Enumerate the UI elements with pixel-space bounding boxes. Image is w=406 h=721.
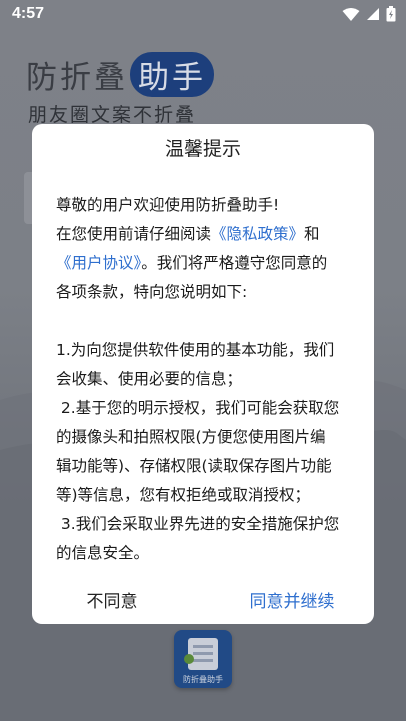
point3-line2: 的信息安全。 [56,544,150,562]
battery-icon [386,6,396,22]
app-icon-label: 防折叠助手 [183,675,223,684]
privacy-dialog: 温馨提示 尊敬的用户欢迎使用防折叠助手! 在您使用前请仔细阅读《隐私政策》和 《… [32,124,374,624]
app-title-prefix: 防折叠 [26,59,128,96]
document-icon [188,638,218,670]
greeting-text: 尊敬的用户欢迎使用防折叠助手! [56,196,280,214]
intro-line: 在您使用前请仔细阅读《隐私政策》和 [56,220,356,249]
agreement-line: 《用户协议》。我们将严格遵守您同意的 [56,249,356,278]
terms-text: 各项条款，特向您说明如下: [56,283,248,301]
commitment-text: 。我们将严格遵守您同意的 [141,254,328,272]
disagree-button[interactable]: 不同意 [72,584,152,620]
app-title-highlight: 助手 [130,51,214,97]
status-icons [342,6,396,22]
point2-line1: 2.基于您的明示授权，我们可能会获取您 [56,399,340,417]
app-icon: 防折叠助手 [174,630,232,688]
app-title: 防折叠 助手 [26,51,214,97]
point1-line2: 会收集、使用必要的信息； [56,370,243,388]
point2-line4: 等)等信息，您有权拒绝或取消授权； [56,486,311,504]
signal-icon [367,8,379,20]
agree-continue-button[interactable]: 同意并继续 [238,584,346,620]
wifi-icon [342,7,360,21]
intro-text: 在您使用前请仔细阅读 [56,225,212,243]
dialog-body: 尊敬的用户欢迎使用防折叠助手! 在您使用前请仔细阅读《隐私政策》和 《用户协议》… [56,191,356,568]
status-time: 4:57 [12,5,45,22]
point1-line1: 1.为向您提供软件使用的基本功能，我们 [56,341,335,359]
privacy-policy-link[interactable]: 《隐私政策》 [211,225,304,243]
point2-line3: 辑功能等)、存储权限(读取保存图片功能 [56,457,332,475]
point3-line1: 3.我们会采取业界先进的安全措施保护您 [56,515,340,533]
point2-line2: 的摄像头和拍照权限(方便您使用图片编 [56,428,326,446]
user-agreement-link[interactable]: 《用户协议》 [56,254,141,272]
dialog-title: 温馨提示 [164,138,241,160]
app-icon-badge [184,654,194,664]
app-subtitle: 朋友圈文案不折叠 [28,104,197,126]
status-bar: 4:57 [0,0,406,28]
dialog-footer: 不同意 同意并继续 [32,584,374,624]
and-text: 和 [304,225,320,243]
